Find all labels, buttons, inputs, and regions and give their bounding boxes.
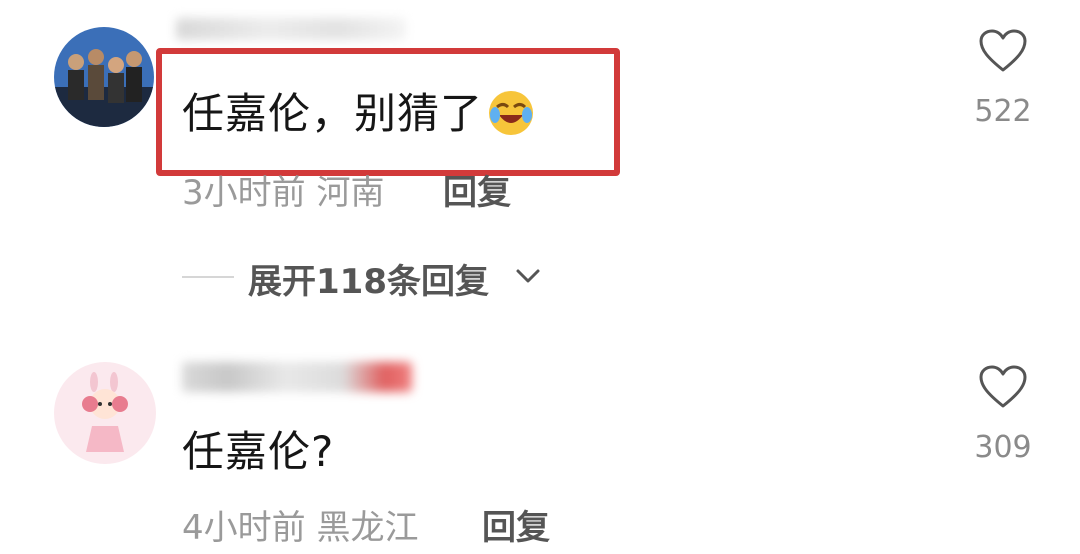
comment-time: 3小时前 <box>182 173 306 213</box>
highlight-box <box>156 48 620 176</box>
reply-button[interactable]: 回复 <box>482 500 550 549</box>
expand-replies-label: 展开118条回复 <box>248 262 489 302</box>
avatar-user-1[interactable] <box>54 27 154 127</box>
heart-outline-icon <box>979 365 1027 408</box>
username-blurred <box>176 18 406 40</box>
comment-location: 黑龙江 <box>316 508 419 548</box>
like-button[interactable]: 309 <box>963 364 1043 465</box>
comment-location: 河南 <box>316 173 385 213</box>
comment-meta: 4小时前 黑龙江 <box>182 500 418 549</box>
like-count: 522 <box>974 94 1032 129</box>
comment-meta: 3小时前 河南 <box>182 165 384 214</box>
like-button[interactable]: 522 <box>963 28 1043 129</box>
comment-text: 任嘉伦? <box>182 427 335 476</box>
chevron-down-icon <box>516 269 540 283</box>
heart-outline-icon <box>979 29 1027 72</box>
reply-button[interactable]: 回复 <box>443 165 511 214</box>
username-blurred <box>182 362 412 392</box>
divider-line <box>182 276 234 278</box>
avatar-user-2[interactable] <box>54 362 156 464</box>
like-count: 309 <box>974 430 1032 465</box>
comment-time: 4小时前 <box>182 508 306 548</box>
